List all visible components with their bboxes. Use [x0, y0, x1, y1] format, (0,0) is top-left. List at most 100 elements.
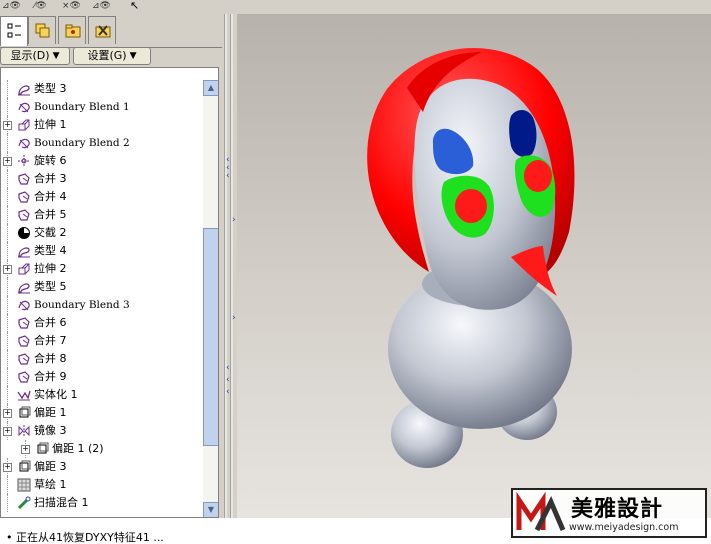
tree-item-label: 偏距 3	[34, 460, 67, 473]
navigator-tabs	[0, 16, 222, 48]
graphics-viewport[interactable]	[237, 14, 711, 518]
scroll-thumb[interactable]	[203, 228, 218, 446]
tree-row[interactable]: + 镜像 3	[1, 422, 203, 440]
tree-item-label: Boundary Blend 3	[34, 299, 130, 311]
tree-guide-line	[7, 296, 8, 314]
collapse-left-icon[interactable]: ‹	[226, 364, 230, 373]
boundary-blend-icon	[18, 300, 30, 311]
expand-toggle-icon[interactable]: +	[3, 427, 12, 436]
merge-icon	[18, 317, 30, 329]
navigator-panel: 显示(D) ▼ 设置(G) ▼ 类型 3 Boundary Blend 1 + 拉伸 …	[0, 14, 222, 518]
merge-icon	[18, 209, 30, 221]
boundary-blend-icon	[18, 138, 30, 149]
tree-guide-line	[7, 332, 8, 350]
expand-toggle-icon[interactable]: +	[3, 157, 12, 166]
watermark-mark-icon	[516, 492, 566, 532]
style-icon	[18, 247, 30, 258]
extrude-icon	[18, 119, 30, 131]
sketch-icon	[17, 478, 31, 492]
tree-row[interactable]: 合并 5	[1, 206, 203, 224]
show-button-label: 显示(D)	[10, 49, 50, 62]
tree-row[interactable]: 草绘 1	[1, 476, 203, 494]
eye-feature-icon[interactable]: ⊿👁	[2, 0, 21, 12]
settings-dropdown-button[interactable]: 设置(G) ▼	[73, 47, 151, 65]
select-cursor-icon[interactable]: ↖	[130, 0, 139, 11]
tree-row[interactable]: Boundary Blend 3	[1, 296, 203, 314]
tree-row[interactable]: Boundary Blend 2	[1, 134, 203, 152]
tree-item-label: 旋转 6	[34, 154, 67, 167]
tree-row[interactable]: + 偏距 1 (2)	[1, 440, 203, 458]
mirror-icon	[18, 425, 30, 437]
expand-toggle-icon[interactable]: +	[3, 409, 12, 418]
expand-toggle-icon[interactable]: +	[21, 445, 30, 454]
offset-icon	[19, 406, 31, 418]
eye-delete-icon[interactable]: ×👁	[62, 0, 81, 12]
tree-guide-line	[7, 314, 8, 332]
solidify-icon	[17, 390, 31, 401]
watermark-brand: 美雅設計	[571, 497, 664, 522]
tree-guide-line	[7, 368, 8, 386]
extrude-icon	[18, 263, 30, 275]
tree-row[interactable]: 扫描混合 1	[1, 494, 203, 512]
merge-icon	[18, 371, 30, 383]
tree-row[interactable]: 类型 4	[1, 242, 203, 260]
left-pupil	[455, 189, 487, 223]
tree-row[interactable]: 合并 7	[1, 332, 203, 350]
right-eye-top	[509, 110, 537, 157]
show-dropdown-button[interactable]: 显示(D) ▼	[0, 47, 70, 65]
tree-row[interactable]: + 拉伸 2	[1, 260, 203, 278]
tree-guide-line	[7, 476, 8, 494]
tree-item-label: 实体化 1	[34, 388, 78, 401]
collapse-left-icon[interactable]: ‹	[226, 376, 230, 385]
expand-toggle-icon[interactable]: +	[3, 265, 12, 274]
splitter-bar	[230, 14, 233, 518]
tree-item-label: 合并 3	[34, 172, 67, 185]
tree-row[interactable]: 合并 3	[1, 170, 203, 188]
tree-row[interactable]: 交截 2	[1, 224, 203, 242]
model-tree-tab[interactable]	[0, 16, 28, 46]
tree-guide-line	[7, 386, 8, 404]
chevron-down-icon: ▼	[52, 51, 60, 61]
expand-right-icon[interactable]: ›	[232, 216, 236, 225]
scroll-down-button[interactable]: ▼	[203, 502, 218, 517]
tree-row[interactable]: 类型 3	[1, 80, 203, 98]
revolve-icon	[18, 155, 30, 167]
tree-guide-line	[7, 350, 8, 368]
expand-right-icon[interactable]: ›	[232, 314, 236, 323]
tree-row[interactable]: + 拉伸 1	[1, 116, 203, 134]
expand-toggle-icon[interactable]: +	[3, 121, 12, 130]
tree-item-label: 合并 4	[34, 190, 67, 203]
panel-splitter[interactable]: ‹ ‹ ‹ › › ‹ ‹ ‹	[222, 14, 236, 518]
tree-row[interactable]: 合并 4	[1, 188, 203, 206]
tree-row[interactable]: + 偏距 3	[1, 458, 203, 476]
tree-guide-line	[7, 224, 8, 242]
collapse-left-icon[interactable]: ‹	[226, 172, 230, 181]
tree-row[interactable]: 合并 9	[1, 368, 203, 386]
tree-row[interactable]: 合并 8	[1, 350, 203, 368]
folder-icon	[65, 24, 81, 38]
tree-scrollbar[interactable]: ▲ ▼	[203, 80, 218, 517]
offset-icon	[37, 442, 49, 454]
tree-row[interactable]: 合并 6	[1, 314, 203, 332]
model-tree: 类型 3 Boundary Blend 1 + 拉伸 1 Boundary Blend …	[0, 67, 219, 518]
tree-row[interactable]: 实体化 1	[1, 386, 203, 404]
tree-row[interactable]: Boundary Blend 1	[1, 98, 203, 116]
collapse-left-icon[interactable]: ‹	[226, 388, 230, 397]
tree-guide-line	[7, 188, 8, 206]
expand-toggle-icon[interactable]: +	[3, 463, 12, 472]
tree-item-label: 拉伸 1	[34, 118, 67, 131]
merge-icon	[18, 335, 30, 347]
favorites-tab[interactable]	[88, 16, 116, 44]
tree-row[interactable]: 类型 5	[1, 278, 203, 296]
tree-row[interactable]: + 旋转 6	[1, 152, 203, 170]
scroll-up-button[interactable]: ▲	[203, 80, 218, 96]
tree-guide-line	[7, 494, 8, 512]
eye-edit-icon[interactable]: ⁄👁	[34, 0, 47, 12]
tree-row[interactable]: + 偏距 1	[1, 404, 203, 422]
layers-tab[interactable]	[28, 16, 56, 44]
tree-item-label: 草绘 1	[34, 478, 67, 491]
eye-settings-icon[interactable]: ⊿👁	[92, 0, 111, 12]
tree-item-label: 扫描混合 1	[34, 496, 89, 509]
folder-tab[interactable]	[58, 16, 86, 44]
swept-blend-icon	[17, 496, 31, 510]
